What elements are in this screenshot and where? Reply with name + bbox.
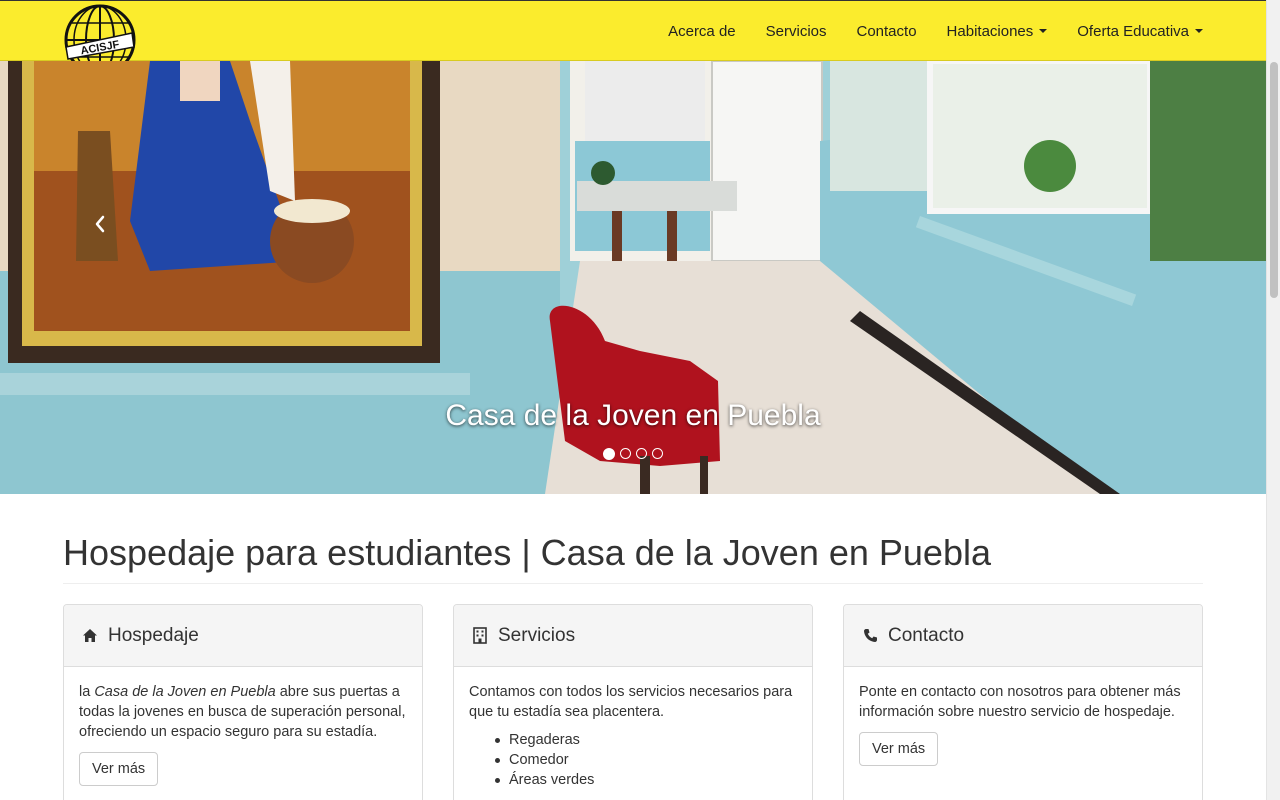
nav-acerca-de[interactable]: Acerca de — [668, 23, 736, 40]
carousel-indicator[interactable] — [603, 448, 615, 460]
nav-habitaciones-dropdown[interactable]: Habitaciones — [947, 23, 1048, 40]
chevron-left-icon — [95, 215, 105, 233]
navbar: ACISJF Acerca de Servicios Contacto Habi… — [0, 0, 1266, 76]
building-icon — [471, 627, 489, 645]
caret-down-icon — [1195, 29, 1203, 33]
nav-label: Habitaciones — [946, 22, 1034, 40]
title-divider — [63, 583, 1203, 584]
nav-servicios[interactable]: Servicios — [766, 23, 827, 40]
panel-text: Ponte en contacto con nosotros para obte… — [859, 684, 1181, 720]
scrollbar-thumb[interactable] — [1270, 62, 1278, 298]
panel-text-emphasis: Casa de la Joven en Puebla — [94, 684, 276, 700]
services-list: Regaderas Comedor Áreas verdes — [469, 730, 797, 790]
panel-title: Servicios — [498, 624, 576, 646]
panel-text: la Casa de la Joven en Puebla abre sus p… — [79, 682, 407, 742]
panel-hospedaje: Hospedaje la Casa de la Joven en Puebla … — [63, 604, 423, 800]
list-item: Comedor — [495, 750, 797, 770]
hero-carousel: Casa de la Joven en Puebla — [0, 61, 1266, 494]
carousel-indicators — [603, 448, 668, 460]
caret-down-icon — [1039, 29, 1048, 33]
nav-label: Acerca de — [668, 22, 736, 40]
panel-title: Hospedaje — [108, 624, 199, 646]
panel-body: Ponte en contacto con nosotros para obte… — [844, 667, 1202, 781]
panel-heading: Servicios — [454, 605, 812, 667]
carousel-indicator[interactable] — [652, 448, 663, 459]
page-scrollbar[interactable] — [1266, 0, 1280, 800]
home-icon — [81, 627, 99, 645]
list-item: Regaderas — [495, 730, 797, 750]
carousel-indicator[interactable] — [620, 448, 631, 459]
nav-menu: Acerca de Servicios Contacto Habitacione… — [638, 1, 1203, 61]
carousel-caption: Casa de la Joven en Puebla — [445, 399, 821, 432]
nav-label: Contacto — [856, 22, 917, 40]
nav-label: Oferta Educativa — [1077, 22, 1189, 40]
carousel-indicator[interactable] — [636, 448, 647, 459]
carousel-prev-button[interactable] — [88, 209, 112, 239]
panel-text-prefix: la — [79, 684, 95, 700]
list-item: Áreas verdes — [495, 770, 797, 790]
ver-mas-button[interactable]: Ver más — [859, 732, 939, 766]
panel-servicios: Servicios Contamos con todos los servici… — [453, 604, 813, 800]
ver-mas-button[interactable]: Ver más — [79, 752, 159, 786]
panel-contacto: Contacto Ponte en contacto con nosotros … — [843, 604, 1203, 800]
nav-label: Servicios — [765, 22, 827, 40]
panel-heading: Hospedaje — [64, 605, 422, 667]
panel-title: Contacto — [888, 624, 965, 646]
phone-icon — [861, 627, 879, 645]
panel-text: Contamos con todos los servicios necesar… — [469, 684, 793, 720]
nav-contacto[interactable]: Contacto — [857, 23, 917, 40]
panel-heading: Contacto — [844, 605, 1202, 667]
panel-body: la Casa de la Joven en Puebla abre sus p… — [64, 667, 422, 800]
panel-body: Contamos con todos los servicios necesar… — [454, 667, 812, 800]
nav-oferta-educativa-dropdown[interactable]: Oferta Educativa — [1077, 23, 1203, 40]
page-title: Hospedaje para estudiantes | Casa de la … — [63, 532, 991, 573]
